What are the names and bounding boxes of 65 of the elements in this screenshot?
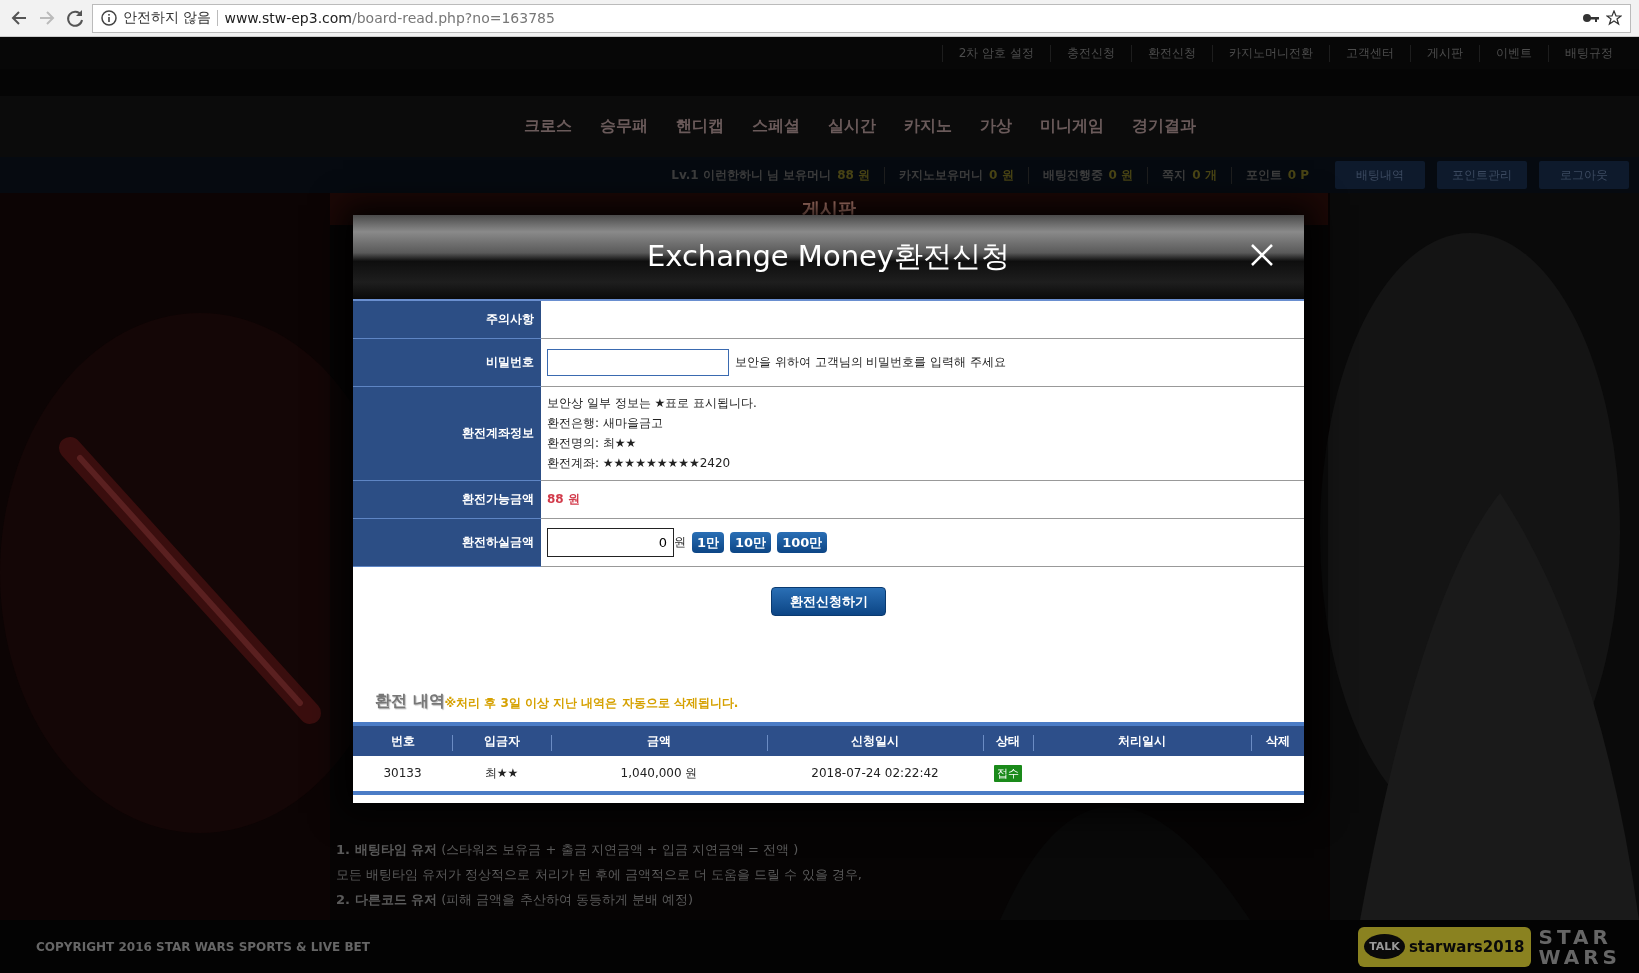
- top-link[interactable]: 배팅규정: [1548, 44, 1629, 62]
- board-text: 2. 다른코드 유저 (피해 금액을 추산하여 동등하게 분배 예정): [336, 891, 694, 909]
- top-link[interactable]: 2차 암호 설정: [941, 44, 1050, 62]
- submit-button[interactable]: 환전신청하기: [771, 587, 886, 616]
- quick-amount-button[interactable]: 10만: [730, 532, 772, 553]
- board-text: 모든 배팅타임 유저가 정상적으로 처리가 된 후에 금액적으로 더 도움을 드릴 수 있을 경우,: [336, 866, 863, 884]
- account-info-line: 환전은행: 새마을금고: [547, 415, 664, 432]
- address-bar[interactable]: 안전하지 않음 www.stw-ep3.com/board-read.php?no=163785: [92, 3, 1631, 33]
- security-label: 안전하지 않음: [123, 9, 212, 27]
- url-text: www.stw-ep3.com/board-read.php?no=163785: [224, 10, 555, 26]
- form-label: 환전계좌정보: [353, 387, 541, 481]
- column-header: 번호: [353, 722, 452, 756]
- column-header: 금액: [551, 722, 767, 756]
- quick-amount-button[interactable]: 100만: [777, 532, 828, 553]
- history-title: 환전 내역: [375, 691, 445, 712]
- nav-link[interactable]: 카지노: [903, 116, 952, 137]
- talk-id: starwars2018: [1408, 937, 1525, 956]
- modal-title: Exchange Money환전신청: [646, 238, 1011, 275]
- history-note: ※처리 후 3일 이상 지난 내역은 자동으로 삭제됩니다.: [444, 696, 739, 712]
- copyright-text: COPYRIGHT 2016 STAR WARS SPORTS & LIVE BET: [36, 939, 371, 954]
- status-badge: 접수: [994, 764, 1022, 782]
- nav-link[interactable]: 핸디캡: [675, 116, 724, 137]
- form-label: 환전가능금액: [353, 481, 541, 519]
- table-cell-text: 최★★: [483, 764, 520, 782]
- kakao-talk-banner[interactable]: TALK starwars2018: [1358, 926, 1531, 967]
- password-hint: 보안을 위하여 고객님의 비밀번호를 입력해 주세요: [735, 354, 1007, 371]
- nav-link[interactable]: 승무패: [599, 116, 648, 137]
- account-info-line: 환전계좌: ★★★★★★★★★2420: [547, 455, 732, 472]
- form-label: 비밀번호: [353, 339, 541, 387]
- column-header: 삭제: [1251, 722, 1304, 756]
- star-icon[interactable]: [1606, 10, 1622, 26]
- nav-link[interactable]: 미니게임: [1039, 116, 1104, 137]
- board-text: 1. 배팅타임 유저 (스타워즈 보유금 + 출금 지연금액 + 입금 지연금액 = 전액 ): [336, 841, 800, 859]
- top-link[interactable]: 고객센터: [1329, 44, 1410, 62]
- nav-link[interactable]: 스페셜: [751, 116, 800, 137]
- top-link[interactable]: 카지노머니전환: [1212, 44, 1329, 62]
- key-icon: [1582, 11, 1600, 25]
- unit-label: 원: [674, 534, 686, 551]
- site-logo: STAR WARS: [1538, 926, 1621, 967]
- top-link[interactable]: 게시판: [1410, 44, 1479, 62]
- quick-amount-button[interactable]: 1만: [692, 532, 725, 553]
- table-cell-text: 30133: [382, 765, 423, 782]
- top-link[interactable]: 이벤트: [1479, 44, 1548, 62]
- top-link[interactable]: 환전신청: [1131, 44, 1212, 62]
- available-amount: 88 원: [547, 491, 580, 508]
- top-link[interactable]: 충전신청: [1050, 44, 1131, 62]
- form-label: 주의사항: [353, 301, 541, 339]
- column-header: 입금자: [452, 722, 551, 756]
- amount-field[interactable]: 0: [547, 528, 674, 557]
- nav-link[interactable]: 경기결과: [1131, 116, 1196, 137]
- talk-badge: TALK: [1364, 934, 1405, 959]
- account-info-line: 보안상 일부 정보는 ★표로 표시됩니다.: [547, 395, 757, 412]
- nav-link[interactable]: 가상: [979, 116, 1012, 137]
- form-label: 환전하실금액: [353, 519, 541, 567]
- info-icon: [101, 10, 117, 26]
- column-header: 상태: [983, 722, 1033, 756]
- account-info-line: 환전명의: 최★★: [547, 435, 638, 452]
- column-header: 신청일시: [767, 722, 983, 756]
- nav-link[interactable]: 크로스: [523, 116, 572, 137]
- password-field[interactable]: [547, 349, 729, 376]
- table-cell-text: 2018-07-24 02:22:42: [810, 765, 940, 782]
- nav-link[interactable]: 실시간: [827, 116, 876, 137]
- table-cell-text: 1,040,000 원: [619, 764, 699, 782]
- column-header: 처리일시: [1033, 722, 1251, 756]
- close-icon[interactable]: [1250, 243, 1274, 267]
